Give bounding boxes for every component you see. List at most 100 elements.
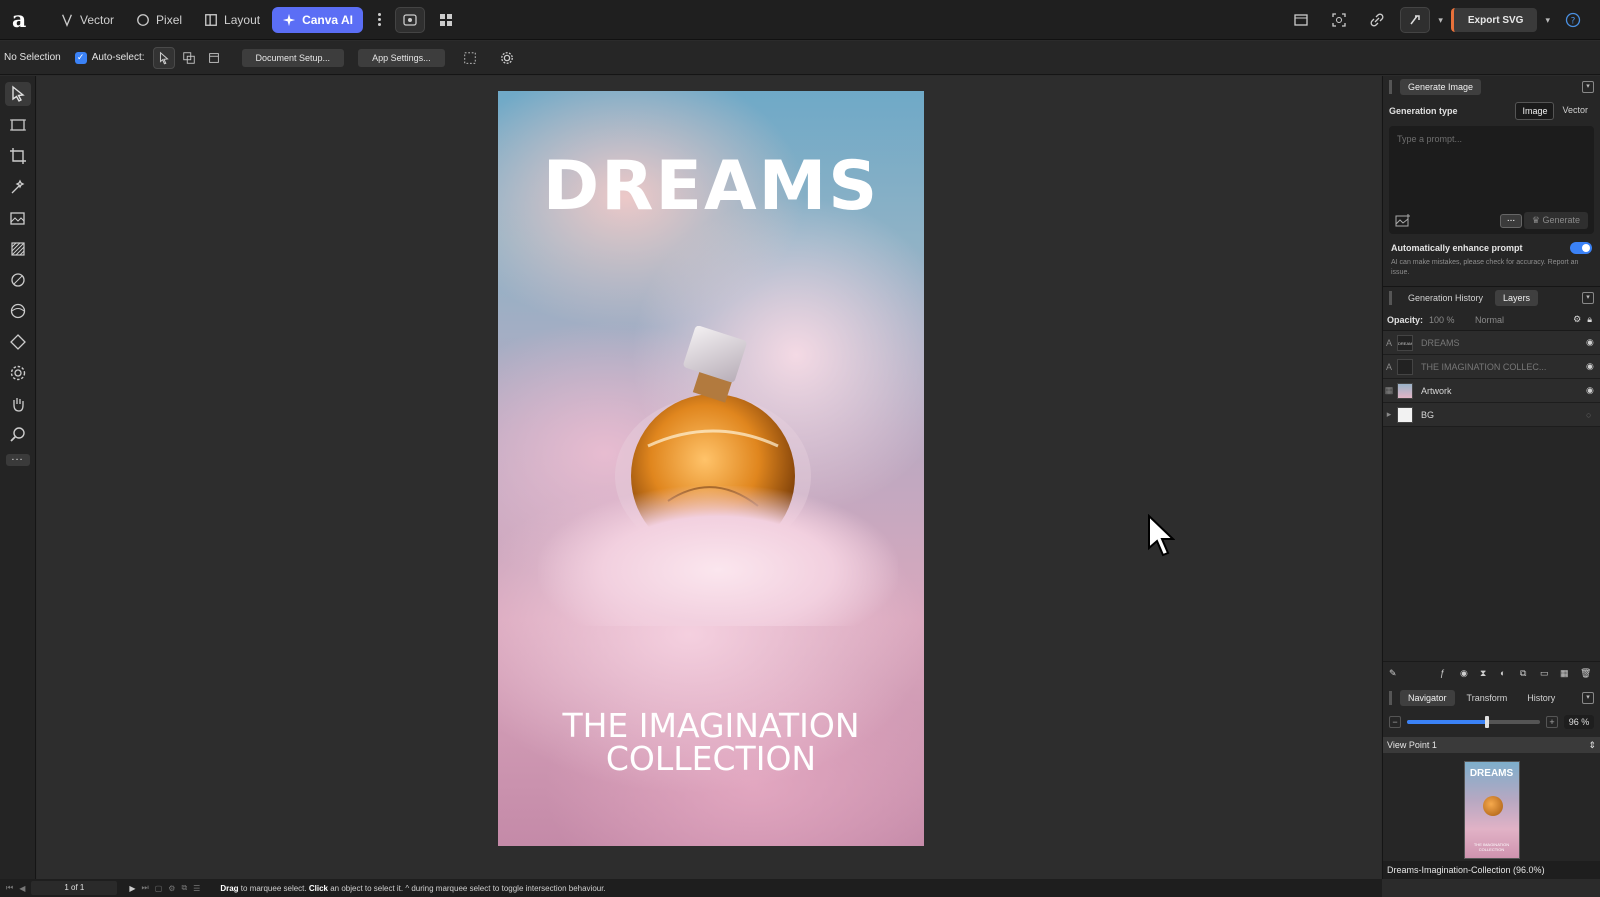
layer-row[interactable]: A DREAMS DREAMS ◉	[1383, 331, 1600, 355]
eye-hidden-icon[interactable]: ○	[1586, 410, 1600, 420]
zoom-slider[interactable]	[1407, 716, 1540, 728]
link-icon[interactable]	[1362, 7, 1392, 33]
eye-icon[interactable]: ◉	[1586, 361, 1600, 372]
eye-icon[interactable]: ◉	[1586, 385, 1600, 396]
eye-icon[interactable]: ◉	[1586, 337, 1600, 348]
zoom-slider-knob[interactable]	[1484, 716, 1489, 728]
tab-history[interactable]: History	[1519, 690, 1563, 706]
persona-vector[interactable]: Vector	[50, 7, 124, 33]
type-image-button[interactable]: Image	[1515, 102, 1555, 120]
collapse-icon[interactable]: ▾	[1582, 292, 1594, 304]
layer-row[interactable]: ▦ Artwork ◉	[1383, 379, 1600, 403]
ai-edit-tool-icon[interactable]	[5, 175, 31, 199]
type-vector-button[interactable]: Vector	[1556, 102, 1594, 120]
blend-mode-select[interactable]: Normal	[1475, 315, 1567, 325]
poster-subtitle[interactable]: THE IMAGINATION COLLECTION	[498, 709, 924, 775]
auto-select-checkbox[interactable]: ✓ Auto-select:	[74, 51, 145, 64]
prompt-options-button[interactable]: ...	[1500, 214, 1522, 228]
panel-grip-icon[interactable]	[1389, 691, 1392, 705]
zoom-tool-icon[interactable]	[5, 423, 31, 447]
export-dropdown-icon[interactable]: ▾	[1545, 15, 1550, 26]
opacity-value[interactable]: 100 %	[1429, 315, 1469, 325]
zoom-in-icon[interactable]: +	[1546, 716, 1558, 728]
add-page-icon[interactable]: ▢	[155, 884, 163, 893]
quick-ai-icon[interactable]	[394, 6, 425, 33]
snapping-dropdown-icon[interactable]: ▾	[1438, 15, 1443, 26]
snapshot-icon[interactable]	[1286, 7, 1316, 33]
navigator-preview[interactable]: DREAMS THE IMAGINATION COLLECTION	[1463, 761, 1520, 859]
hourglass-icon[interactable]: ⧗	[1480, 668, 1494, 682]
viewpoint-select[interactable]: View Point 1 ⇕	[1383, 737, 1600, 753]
persona-layout[interactable]: Layout	[194, 7, 270, 33]
prompt-input[interactable]: Type a prompt... ... ♛ Generate	[1389, 126, 1594, 234]
snapping-icon[interactable]	[1400, 7, 1431, 33]
next-page-icon[interactable]: ▶	[129, 884, 135, 893]
page-settings-icon[interactable]: ⚙	[168, 884, 175, 893]
add-layer-icon[interactable]: ⧉	[1520, 668, 1534, 682]
spread-icon[interactable]: ⧉	[181, 883, 187, 893]
hint-text-1: to marquee select.	[238, 883, 309, 893]
pattern-tool-icon[interactable]	[5, 237, 31, 261]
persona-pixel[interactable]: Pixel	[126, 7, 192, 33]
app-logo-icon[interactable]: a	[12, 9, 34, 31]
help-icon[interactable]: ?	[1558, 7, 1588, 33]
trash-icon[interactable]: 🗑︎	[1580, 668, 1594, 682]
first-page-icon[interactable]: ⏮	[6, 883, 13, 893]
select-layer-icon[interactable]	[203, 47, 225, 69]
grid-apps-icon[interactable]	[431, 7, 461, 33]
panel-grip-icon[interactable]	[1389, 291, 1392, 305]
more-options-icon[interactable]	[375, 9, 385, 31]
move-tool-icon[interactable]	[4, 82, 31, 106]
prev-page-icon[interactable]: ◀	[19, 884, 25, 893]
more-tools-icon[interactable]: ...	[5, 452, 30, 466]
tab-transform[interactable]: Transform	[1459, 690, 1516, 706]
artboard-tool-icon[interactable]	[5, 113, 31, 137]
gear-icon[interactable]	[496, 47, 518, 69]
persona-canva-ai[interactable]: Canva AI	[272, 6, 363, 33]
export-svg-button[interactable]: Export SVG	[1450, 8, 1538, 32]
zoom-value[interactable]: 96 %	[1564, 715, 1594, 729]
collapse-icon[interactable]: ▾	[1582, 81, 1594, 93]
tab-navigator[interactable]: Navigator	[1400, 690, 1455, 706]
focus-frame-icon[interactable]	[1324, 7, 1354, 33]
shape-tool-icon[interactable]	[5, 330, 31, 354]
generate-button[interactable]: ♛ Generate	[1523, 212, 1588, 229]
edit-layer-icon[interactable]: ✎	[1389, 668, 1403, 682]
last-page-icon[interactable]: ⏭	[142, 883, 149, 893]
layer-row[interactable]: A THE IMAGINATION COLLEC... ◉	[1383, 355, 1600, 379]
poster-title[interactable]: DREAMS	[498, 147, 924, 226]
document-setup-button[interactable]: Document Setup...	[241, 48, 345, 67]
add-image-icon[interactable]	[1395, 214, 1411, 228]
sphere-tool-icon[interactable]	[5, 299, 31, 323]
snapping-grid-icon[interactable]	[459, 47, 481, 69]
image-generate-tool-icon[interactable]	[5, 206, 31, 230]
opacity-row: Opacity: 100 % Normal ⚙ 🔒︎	[1383, 309, 1600, 331]
folder-icon[interactable]: ▭	[1540, 668, 1554, 682]
crop-tool-icon[interactable]	[5, 144, 31, 168]
select-overlap-icon[interactable]	[178, 47, 200, 69]
lock-icon[interactable]: 🔒︎	[1587, 314, 1596, 325]
gear-tool-icon[interactable]	[5, 361, 31, 385]
panel-grip-icon[interactable]	[1389, 80, 1392, 94]
gear-icon[interactable]: ⚙	[1573, 314, 1581, 325]
page-list-icon[interactable]: ☰	[193, 884, 200, 893]
enhance-prompt-toggle[interactable]	[1570, 242, 1592, 254]
pixel-layer-icon[interactable]: ▦	[1560, 668, 1574, 682]
layer-row[interactable]: ▸ BG ○	[1383, 403, 1600, 427]
canvas-area[interactable]: DREAMS THE IMAGINATION COLLECTION	[37, 76, 1381, 879]
app-settings-button[interactable]: App Settings...	[358, 48, 445, 67]
retouch-tool-icon[interactable]	[5, 268, 31, 292]
tab-generation-history[interactable]: Generation History	[1400, 290, 1491, 306]
adjustment-icon[interactable]: ◐	[1500, 668, 1514, 682]
prompt-placeholder: Type a prompt...	[1397, 134, 1463, 144]
select-pointer-icon[interactable]	[152, 46, 175, 69]
artboard-dreams[interactable]: DREAMS THE IMAGINATION COLLECTION	[498, 91, 924, 846]
fx-icon[interactable]: ƒ	[1440, 668, 1454, 682]
hand-tool-icon[interactable]	[5, 392, 31, 416]
mask-icon[interactable]: ◉	[1460, 668, 1474, 682]
tab-generate-image[interactable]: Generate Image	[1400, 79, 1482, 95]
tab-layers[interactable]: Layers	[1495, 290, 1539, 306]
page-indicator[interactable]: 1 of 1	[31, 881, 118, 895]
zoom-out-icon[interactable]: −	[1389, 716, 1401, 728]
collapse-icon[interactable]: ▾	[1582, 692, 1594, 704]
